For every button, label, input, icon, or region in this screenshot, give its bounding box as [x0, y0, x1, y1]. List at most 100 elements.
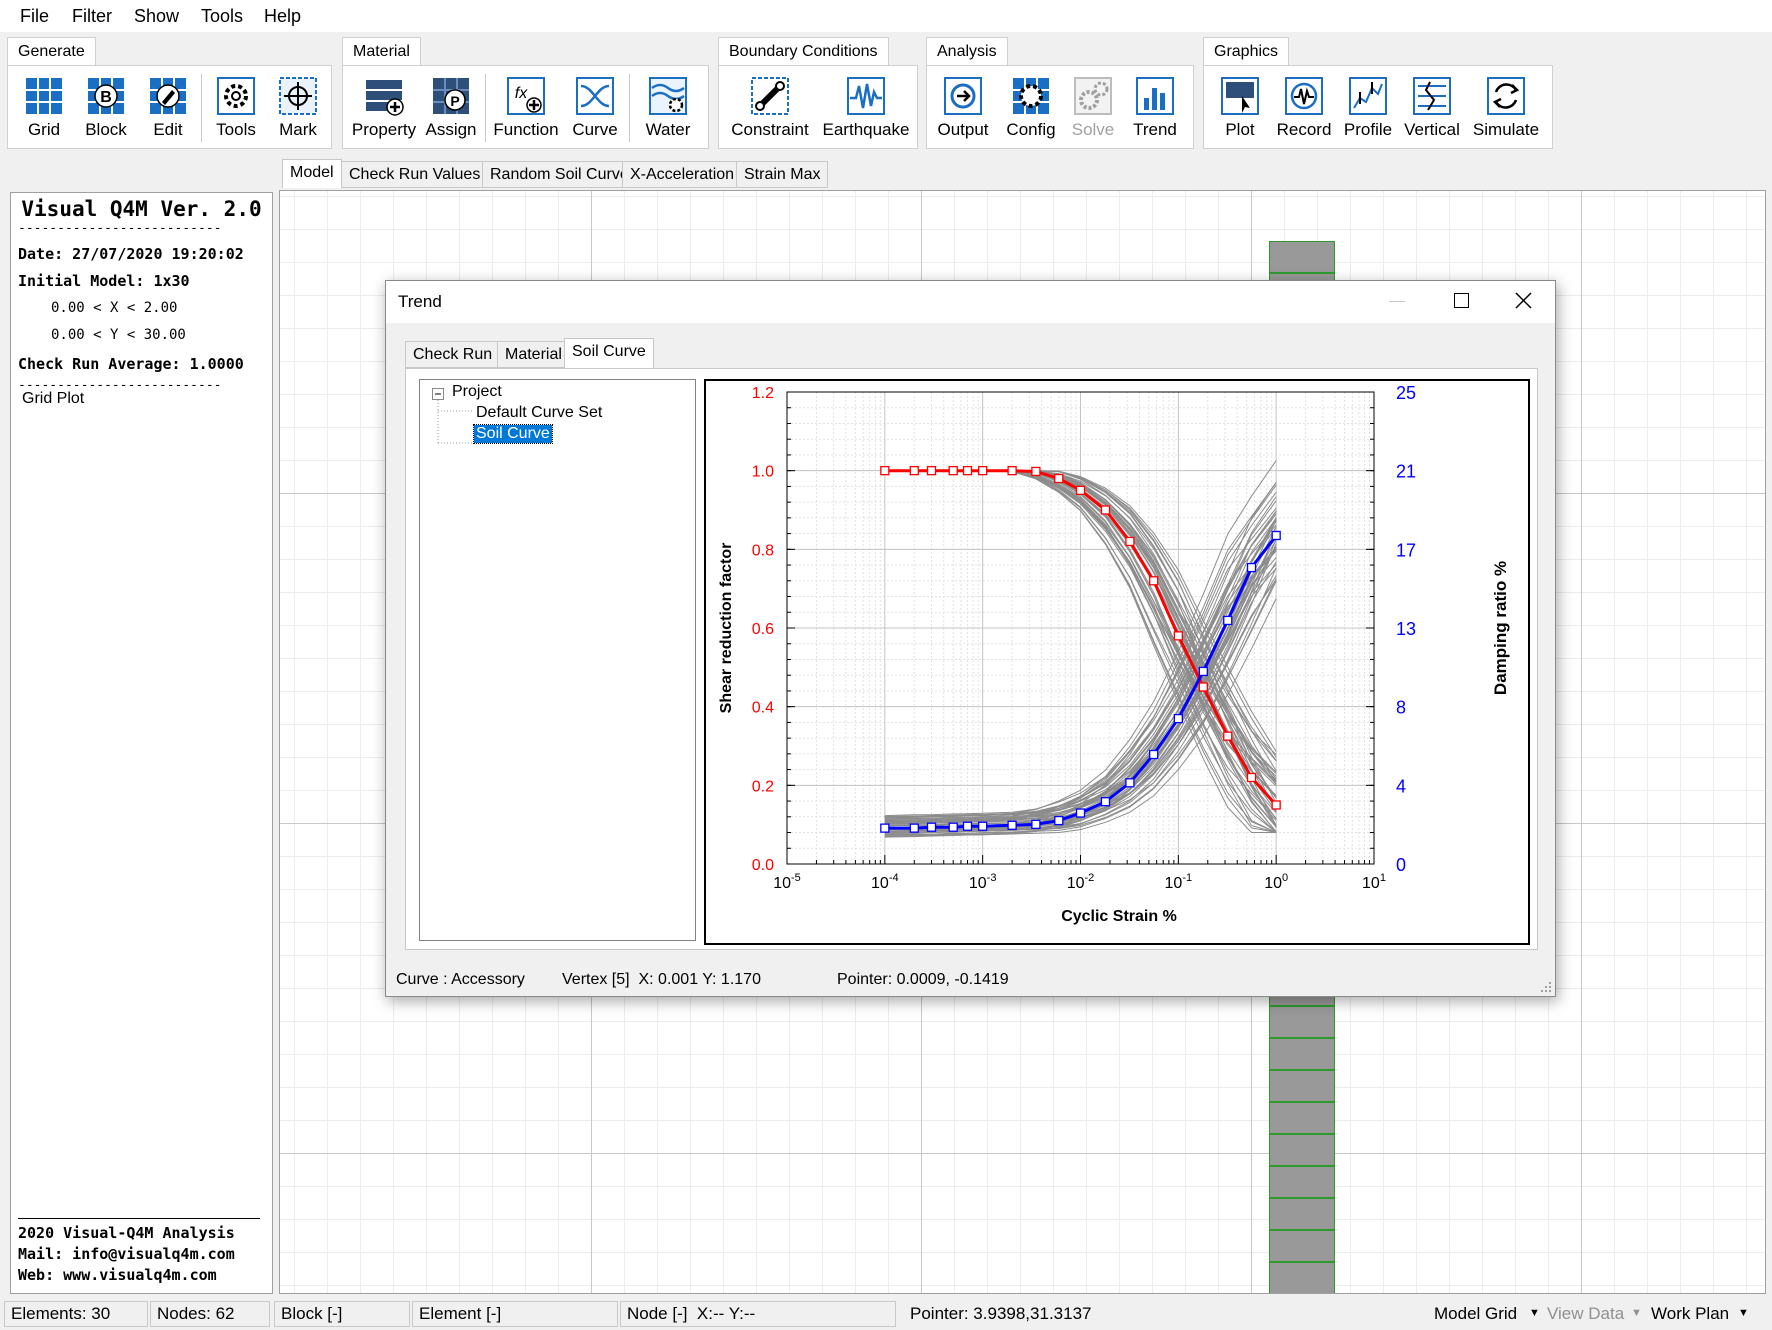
output-button[interactable]: Output	[931, 70, 995, 146]
damping-ratio-point[interactable]	[1100, 797, 1111, 807]
damping-ratio-point[interactable]	[1198, 666, 1208, 677]
grid-plot-item[interactable]: Grid Plot	[22, 390, 84, 408]
tab-random-soil-curve[interactable]: Random Soil Curve	[482, 161, 637, 188]
model-grid-dropdown[interactable]: Model Grid	[1434, 1304, 1517, 1324]
work-plan-dropdown[interactable]: Work Plan	[1651, 1304, 1729, 1324]
shear-reduction-point[interactable]	[1149, 576, 1159, 586]
model-element[interactable]	[1269, 1070, 1335, 1102]
damping-ratio-point[interactable]	[1125, 778, 1135, 788]
shear-reduction-point[interactable]	[948, 466, 958, 476]
shear-reduction-point[interactable]	[1173, 631, 1183, 641]
shear-reduction-point[interactable]	[1198, 682, 1208, 692]
function-button[interactable]: fx Function	[487, 70, 565, 146]
model-element[interactable]	[1269, 1038, 1335, 1070]
view-data-dropdown[interactable]: View Data	[1547, 1304, 1624, 1324]
group-tab-analysis[interactable]: Analysis	[926, 37, 1008, 65]
water-button[interactable]: Water	[633, 70, 703, 146]
group-tab-generate[interactable]: Generate	[7, 37, 96, 65]
maximize-icon[interactable]	[1454, 293, 1469, 308]
shear-reduction-point[interactable]	[1007, 466, 1017, 476]
close-icon[interactable]	[1515, 292, 1532, 309]
chevron-down-icon[interactable]: ▼	[1738, 1307, 1749, 1319]
curve-button[interactable]: Curve	[563, 70, 627, 146]
shear-reduction-point[interactable]	[926, 466, 937, 476]
model-element[interactable]	[1269, 1230, 1335, 1262]
shear-reduction-point[interactable]	[1125, 536, 1135, 547]
damping-ratio-point[interactable]	[1007, 820, 1017, 830]
tree-node-project[interactable]: Project	[452, 383, 502, 401]
shear-reduction-point[interactable]	[1271, 800, 1281, 810]
dialog-title-bar[interactable]: Trend	[386, 281, 1555, 323]
damping-ratio-point[interactable]	[880, 823, 890, 833]
menu-file[interactable]: File	[20, 6, 49, 27]
shear-reduction-point[interactable]	[1100, 505, 1111, 515]
mark-button[interactable]: Mark	[266, 70, 330, 146]
model-element[interactable]	[1269, 1166, 1335, 1198]
menu-help[interactable]: Help	[264, 6, 301, 27]
shear-reduction-point[interactable]	[1075, 485, 1086, 495]
profile-button[interactable]: Profile	[1336, 70, 1400, 146]
tab-model[interactable]: Model	[282, 159, 342, 188]
damping-ratio-point[interactable]	[962, 821, 973, 831]
soil-curve-chart[interactable]: 10-5 10-4 10-3 10-2 10-1 100 101 0.0 0 0.2 4 0.4 8 0.…	[704, 379, 1530, 945]
tab-check-run[interactable]: Check Run	[405, 341, 501, 368]
damping-ratio-point[interactable]	[1271, 530, 1281, 541]
model-element[interactable]	[1269, 1198, 1335, 1230]
shear-reduction-point[interactable]	[1054, 473, 1064, 484]
tab-check-run-values[interactable]: Check Run Values	[341, 161, 489, 188]
model-element[interactable]	[1269, 1262, 1335, 1293]
project-tree[interactable]: Project Default Curve Set Soil Curve	[419, 379, 696, 941]
record-button[interactable]: Record	[1272, 70, 1336, 146]
damping-ratio-point[interactable]	[1223, 615, 1233, 626]
menu-tools[interactable]: Tools	[201, 6, 243, 27]
shear-reduction-point[interactable]	[978, 466, 988, 476]
damping-ratio-point[interactable]	[1031, 819, 1041, 830]
tree-node-soil-curve[interactable]: Soil Curve	[473, 424, 553, 444]
property-button[interactable]: Property	[347, 70, 421, 146]
resize-grip-icon[interactable]	[1538, 979, 1552, 993]
trend-button[interactable]: Trend	[1123, 70, 1187, 146]
tab-x-acceleration[interactable]: X-Acceleration	[622, 161, 743, 188]
tab-strain-max[interactable]: Strain Max	[736, 161, 829, 188]
damping-ratio-point[interactable]	[926, 822, 937, 832]
plot-button[interactable]: Plot	[1208, 70, 1272, 146]
minimize-icon[interactable]	[1389, 301, 1405, 302]
model-element[interactable]	[1269, 1134, 1335, 1166]
shear-reduction-point[interactable]	[962, 466, 973, 476]
damping-ratio-point[interactable]	[1149, 749, 1159, 760]
group-tab-boundary-conditions[interactable]: Boundary Conditions	[718, 37, 889, 65]
damping-ratio-point[interactable]	[1054, 815, 1064, 826]
group-tab-material[interactable]: Material	[342, 37, 421, 65]
assign-button[interactable]: P Assign	[419, 70, 483, 146]
simulate-button[interactable]: Simulate	[1464, 70, 1548, 146]
damping-ratio-point[interactable]	[978, 821, 988, 831]
edit-button[interactable]: Edit	[136, 70, 200, 146]
menu-show[interactable]: Show	[134, 6, 179, 27]
block-button[interactable]: B Block	[74, 70, 138, 146]
damping-ratio-point[interactable]	[1246, 562, 1257, 573]
menu-filter[interactable]: Filter	[72, 6, 112, 27]
config-button[interactable]: Config	[999, 70, 1063, 146]
earthquake-button[interactable]: Earthquake	[817, 70, 915, 146]
vertical-button[interactable]: Vertical	[1400, 70, 1464, 146]
shear-reduction-point[interactable]	[880, 466, 890, 476]
chevron-down-icon[interactable]: ▼	[1529, 1307, 1540, 1319]
damping-ratio-point[interactable]	[1075, 808, 1086, 818]
model-element[interactable]	[1269, 1006, 1335, 1038]
damping-ratio-point[interactable]	[909, 823, 919, 833]
grid-button[interactable]: Grid	[12, 70, 76, 146]
tab-soil-curve[interactable]: Soil Curve	[564, 338, 654, 368]
tools-button[interactable]: Tools	[204, 70, 268, 146]
constraint-button[interactable]: Constraint	[727, 70, 813, 146]
shear-reduction-point[interactable]	[909, 466, 919, 476]
model-element[interactable]	[1269, 241, 1335, 273]
tree-node-default-curve-set[interactable]: Default Curve Set	[476, 404, 602, 422]
shear-reduction-point[interactable]	[1031, 466, 1041, 477]
model-element[interactable]	[1269, 1102, 1335, 1134]
tab-material[interactable]: Material	[497, 341, 570, 368]
damping-ratio-point[interactable]	[948, 822, 958, 832]
shear-reduction-point[interactable]	[1223, 731, 1233, 741]
shear-reduction-point[interactable]	[1246, 772, 1257, 783]
damping-ratio-point[interactable]	[1173, 713, 1183, 724]
group-tab-graphics[interactable]: Graphics	[1203, 37, 1290, 65]
